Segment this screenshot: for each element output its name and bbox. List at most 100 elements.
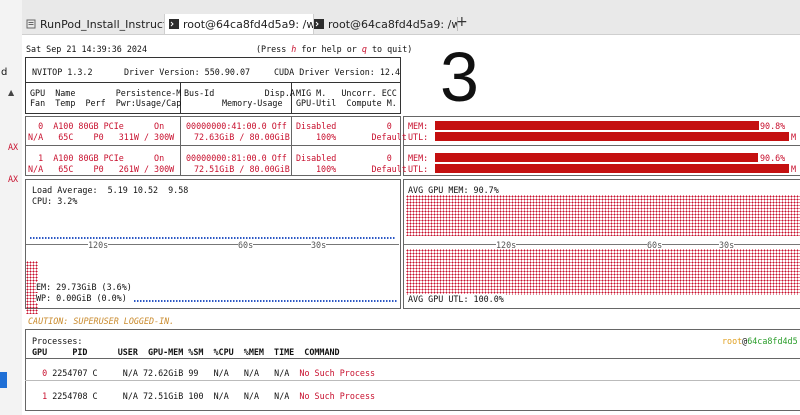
help-text: (Press — [256, 44, 292, 54]
divider — [291, 116, 292, 175]
nvitop-version: NVITOP 1.3.2 — [32, 67, 93, 77]
help-text: to quit) — [366, 44, 413, 54]
tab-label: root@64ca8fd4d5a9: /works| — [183, 17, 313, 31]
tab-bar: RunPod_Install_Instructions.t × root@64c… — [22, 0, 800, 35]
gpu0-bus: 00000000:41:00.0 Off — [186, 121, 287, 131]
host-memory: EM: 29.73GiB (3.6%) — [36, 282, 132, 292]
divider — [25, 380, 800, 381]
avg-gpu-util-history — [406, 249, 800, 295]
swap-history-line — [134, 300, 398, 302]
left-side-panel: d ▲ — [0, 0, 23, 415]
process-cpu: N/A — [213, 391, 229, 401]
gpu1-memory-bar — [435, 153, 758, 162]
table-row[interactable]: 1 2254708 C N/A 72.51GiB 100 N/A N/A N/A… — [32, 391, 375, 401]
avg-gpu-mem: AVG GPU MEM: 90.7% — [408, 185, 499, 195]
gpu0-util-label: UTL: — [408, 132, 429, 142]
column-header: MIG M. Uncorr. ECC — [296, 88, 397, 98]
gpu1-memory: 72.51GiB / 80.00GiB — [194, 164, 290, 174]
processes-title: Processes: — [32, 336, 83, 346]
cuda-version: CUDA Driver Version: 12.4 — [274, 67, 401, 77]
time-axis-label: 30s — [311, 240, 327, 250]
process-time: N/A — [274, 391, 290, 401]
gpu1-util-label: UTL: — [408, 164, 429, 174]
tab-terminal-1[interactable]: root@64ca8fd4d5a9: /works| × — [164, 14, 314, 34]
avg-gpu-mem-history — [406, 195, 800, 236]
gpu0-line2: N/A 65C P0 311W / 300W — [28, 132, 175, 142]
column-header: GPU-Util Compute M. — [296, 98, 397, 108]
process-type: C — [92, 368, 98, 378]
process-mem: N/A — [243, 368, 260, 378]
user-name: root — [722, 336, 743, 346]
divider — [180, 116, 181, 175]
text-file-icon — [26, 19, 36, 29]
gpu1-util: 100% Default — [316, 164, 407, 174]
table-row[interactable]: 0 2254707 C N/A 72.62GiB 99 N/A N/A N/A … — [32, 368, 375, 378]
process-gpu-mem: 72.62GiB — [142, 368, 184, 378]
ax-label: AX — [8, 174, 19, 184]
process-time: N/A — [274, 368, 290, 378]
process-gpu: 1 — [42, 391, 48, 401]
tab-terminal-2[interactable]: root@64ca8fd4d5a9: /works| × — [310, 14, 458, 34]
superuser-caution: CAUTION: SUPERUSER LOGGED-IN. — [28, 316, 175, 326]
column-header: Bus-Id Disp.A — [184, 88, 295, 98]
time-axis-label: 60s — [238, 240, 254, 250]
gpu1-line1: 1 A100 80GB PCIe On — [28, 153, 165, 163]
divider — [25, 358, 800, 359]
process-gpu: 0 — [42, 368, 48, 378]
scroll-up-arrow-icon[interactable]: ▲ — [8, 88, 14, 97]
ax-label: AX — [8, 142, 19, 152]
time-axis-label: 120s — [88, 240, 109, 250]
process-user: N/A — [122, 391, 138, 401]
host-name: 64ca8fd4d5 — [747, 336, 798, 346]
process-pid: 2254707 — [52, 368, 88, 378]
gpu0-mem-label: MEM: — [408, 121, 429, 131]
help-hint: (Press h for help or q to quit) — [256, 44, 412, 54]
process-sm: 100 — [188, 391, 204, 401]
tab-runpod-instructions[interactable]: RunPod_Install_Instructions.t × — [22, 14, 166, 34]
divider — [25, 145, 401, 146]
process-cpu: N/A — [213, 368, 229, 378]
overlay-number: 3 — [440, 38, 479, 116]
avg-gpu-util: AVG GPU UTL: 100.0% — [408, 294, 504, 304]
driver-version: Driver Version: 550.90.07 — [124, 67, 251, 77]
processes-header: GPU PID USER GPU-MEM %SM %CPU %MEM TIME … — [32, 347, 340, 357]
divider — [403, 145, 800, 146]
process-pid: 2254708 — [52, 391, 88, 401]
gpu0-util: 100% Default — [316, 132, 407, 142]
user-host: root@64ca8fd4d5 — [722, 336, 798, 346]
cpu-history-line — [30, 237, 395, 239]
load-average: Load Average: 5.19 10.52 9.58 — [32, 185, 189, 195]
process-command: No Such Process — [299, 368, 376, 378]
help-text: for help or — [296, 44, 362, 54]
left-panel-selection-marker — [0, 372, 7, 388]
gpu1-mem-percent: 90.6% — [760, 153, 786, 163]
gpu1-util-tail: M — [791, 164, 797, 174]
cpu-usage: CPU: 3.2% — [32, 196, 78, 206]
gpu0-line1: 0 A100 80GB PCIe On — [28, 121, 165, 131]
process-mem: N/A — [243, 391, 260, 401]
process-gpu-mem: 72.51GiB — [142, 391, 184, 401]
gpu0-memory: 72.63GiB / 80.00GiB — [194, 132, 290, 142]
column-header: Fan Temp Perf Pwr:Usage/Cap — [30, 98, 182, 108]
tab-label: root@64ca8fd4d5a9: /works| — [328, 17, 458, 31]
left-panel-letter: d — [1, 67, 8, 78]
column-header: GPU Name Persistence-M — [30, 88, 182, 98]
time-axis — [404, 244, 800, 245]
host-swap: WP: 0.00GiB (0.0%) — [36, 293, 127, 303]
gpu1-line2: N/A 65C P0 261W / 300W — [28, 164, 175, 174]
column-header: Memory-Usage — [222, 98, 283, 108]
gpu0-util-tail: M — [791, 132, 797, 142]
datetime: Sat Sep 21 14:39:36 2024 — [26, 44, 148, 54]
process-user: N/A — [122, 368, 138, 378]
gpu0-mig: Disabled 0 — [296, 121, 392, 131]
gpu0-memory-bar — [435, 121, 759, 130]
gpu1-mig: Disabled 0 — [296, 153, 392, 163]
new-tab-button[interactable]: + — [456, 14, 468, 30]
process-sm: 99 — [188, 368, 199, 378]
gpu1-util-bar — [435, 164, 789, 173]
time-axis — [26, 244, 399, 245]
gpu1-mem-label: MEM: — [408, 153, 429, 163]
gpu1-bus: 00000000:81:00.0 Off — [186, 153, 287, 163]
terminal-icon — [314, 19, 324, 29]
terminal-area[interactable]: Sat Sep 21 14:39:36 2024 (Press h for he… — [8, 35, 800, 415]
